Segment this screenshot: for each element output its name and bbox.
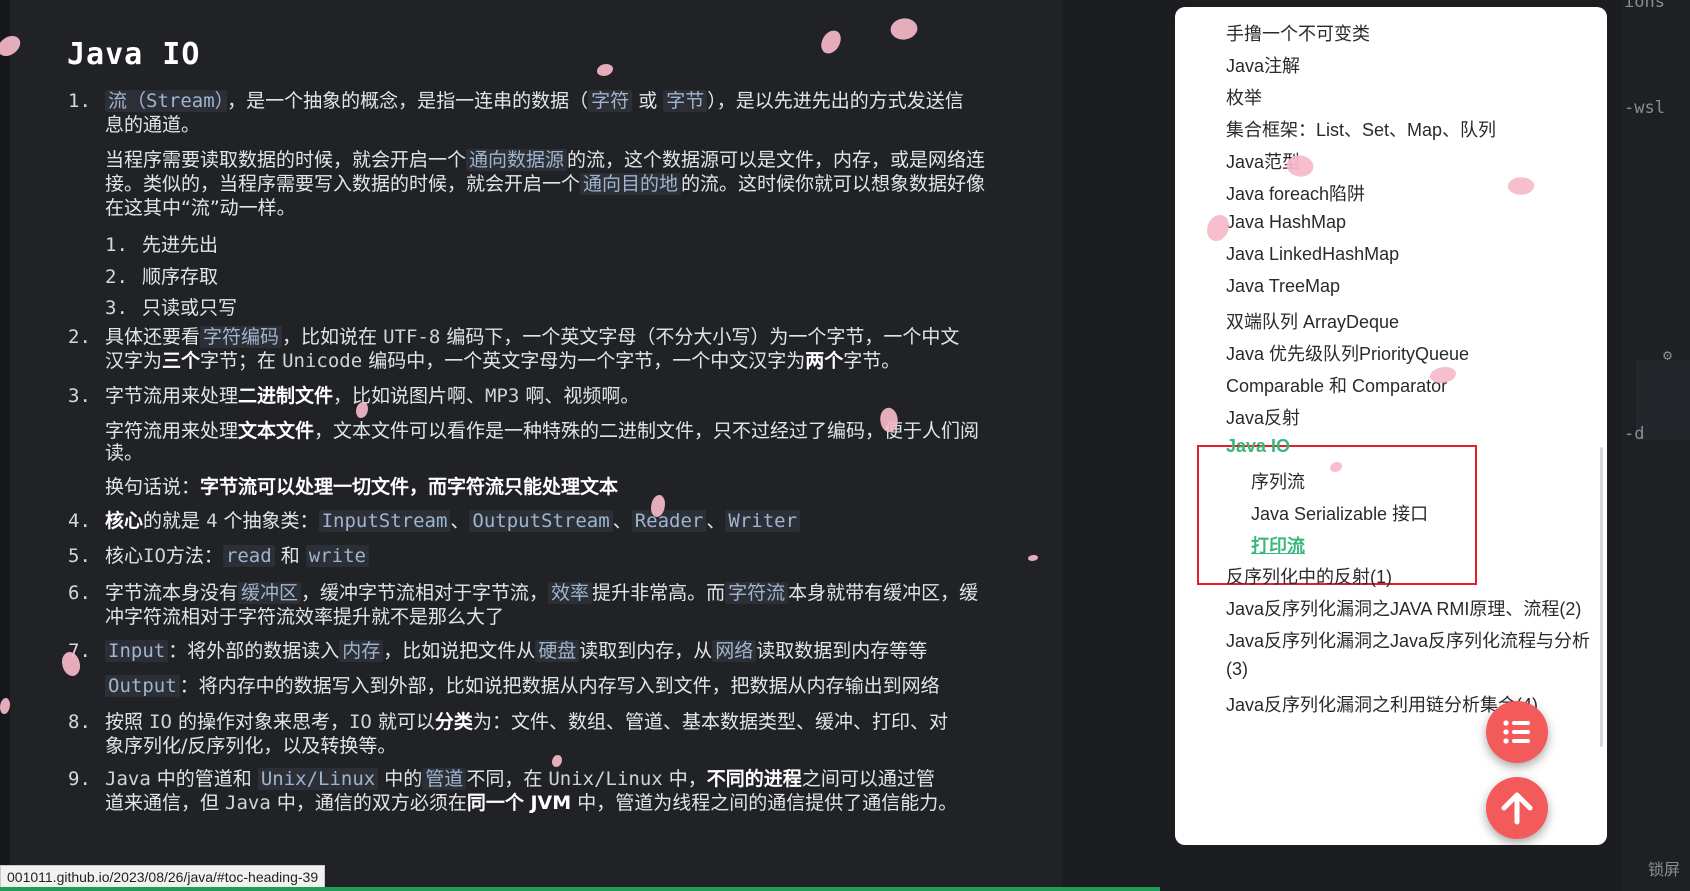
list-number: 1. — [105, 234, 128, 256]
list-number: 4. — [68, 510, 91, 532]
toc-item[interactable]: 双端队列 ArrayDeque — [1226, 308, 1399, 334]
toc-item[interactable]: 集合框架：List、Set、Map、队列 — [1226, 116, 1496, 142]
toc-item[interactable]: 反序列化中的反射(1) — [1226, 563, 1392, 589]
toc-subitem-active[interactable]: 打印流 — [1251, 532, 1305, 558]
list-number: 3. — [68, 385, 91, 407]
progress-bar — [0, 887, 1160, 891]
toc-subitem[interactable]: Java Serializable 接口 — [1251, 500, 1428, 526]
paragraph-1b-line-1: 当程序需要读取数据的时候，就会开启一个 通向数据源 的流，这个数据源可以是文件，内存… — [105, 149, 986, 171]
toc-item[interactable]: Java TreeMap — [1226, 276, 1340, 297]
paragraph-2-line-2: 汉字为三个字节；在 Unicode 编码中，一个英文字母为一个字节，一个中文汉字… — [105, 350, 901, 372]
link-status-bar: 001011.github.io/2023/08/26/java/#toc-he… — [0, 865, 326, 889]
background-window: ions -wsl ⚙ -d 锁屏 — [1622, 0, 1690, 891]
toc-item[interactable]: Java foreach陷阱 — [1226, 180, 1365, 206]
sublist-item-2: 顺序存取 — [142, 266, 219, 288]
sublist-item-1: 先进先出 — [142, 234, 219, 256]
paragraph-4: 核心的就是 4 个抽象类： InputStream、 OutputStream、 Re… — [105, 508, 801, 534]
paragraph-8-line-2: 象序列化/反序列化，以及转换等。 — [105, 735, 397, 757]
paragraph-7-line-1: Input ：将外部的数据读入 内存 ，比如说把文件从 硬盘 读取到内存，从 网络 读取数据到… — [105, 638, 927, 664]
lead-text: 换句话说： — [105, 476, 201, 498]
paragraph-6-line-2: 冲字符流相对于字符流效率提升就不是那么大了 — [105, 606, 505, 628]
petal-decoration — [1207, 215, 1229, 241]
toc-scrollbar[interactable] — [1600, 447, 1603, 747]
toc-subitem[interactable]: 序列流 — [1251, 468, 1305, 494]
paragraph-3-line-2: 字符流用来处理文本文件，文本文件可以看作是一种特殊的二进制文件，只不过经过了编码… — [105, 420, 980, 442]
petal-decoration — [597, 64, 613, 76]
petal-decoration — [1028, 555, 1038, 561]
petal-decoration — [887, 12, 921, 46]
paragraph-1b-line-3: 在这其中“流”动一样。 — [105, 197, 296, 219]
petal-decoration — [819, 28, 843, 56]
petal-decoration — [1430, 367, 1456, 383]
strip-text: -wsl — [1624, 98, 1665, 118]
toc-item[interactable]: Comparable 和 Comparator — [1226, 372, 1447, 398]
list-icon — [1503, 720, 1530, 744]
paragraph-3-line-1: 字节流用来处理二进制文件，比如说图片啊、MP3 啊、视频啊。 — [105, 385, 640, 407]
gear-icon[interactable]: ⚙ — [1663, 346, 1672, 364]
toc-item[interactable]: Java注解 — [1226, 52, 1300, 78]
list-number: 8. — [68, 711, 91, 733]
paragraph-2-line-1: 具体还要看 字符编码 ，比如说在 UTF-8 编码下，一个英文字母（不分大小写）为一… — [105, 326, 960, 348]
paragraph-1-line-2: 息的通道。 — [105, 114, 201, 136]
sublist-item-3: 只读或只写 — [142, 297, 238, 319]
toc-item[interactable]: Java HashMap — [1226, 212, 1346, 233]
list-number: 6. — [68, 582, 91, 604]
paragraph-3-line-4: 换句话说：字节流可以处理一切文件，而字符流只能处理文本 — [105, 474, 618, 500]
list-number: 5. — [68, 545, 91, 567]
paragraph-6-line-1: 字节流本身没有 缓冲区 ，缓冲字节流相对于字节流， 效率 提升非常高。而 字符流 本身就带有… — [105, 582, 979, 604]
strip-text: -d — [1624, 424, 1645, 444]
lock-screen-label[interactable]: 锁屏 — [1648, 856, 1680, 880]
list-number: 3. — [105, 297, 128, 319]
paragraph-7-line-2: Output ：将内存中的数据写入到外部，比如说把数据从内存写入到文件，把数据从内… — [105, 673, 940, 699]
petal-decoration — [356, 402, 368, 418]
list-number: 2. — [105, 266, 128, 288]
toc-toggle-button[interactable] — [1486, 701, 1548, 763]
toc-item[interactable]: (3) — [1226, 659, 1248, 680]
strip-text: ions — [1624, 0, 1665, 12]
paragraph-9-line-1: Java 中的管道和 Unix/Linux 中的 管道 不同，在 Unix/Linu… — [105, 768, 935, 790]
paragraph-1b-line-2: 接。类似的，当程序需要写入数据的时候，就会开启一个 通向目的地 的流。这时候你就可以… — [105, 173, 986, 195]
toc-item[interactable]: Java LinkedHashMap — [1226, 244, 1399, 265]
list-number: 9. — [68, 768, 91, 790]
paragraph-8-line-1: 按照 IO 的操作对象来思考，IO 就可以分类为：文件、数组、管道、基本数据类型… — [105, 711, 948, 733]
petal-decoration — [1506, 174, 1536, 198]
toc-item[interactable]: 手撸一个不可变类 — [1226, 20, 1370, 46]
back-to-top-button[interactable] — [1486, 777, 1548, 839]
list-number: 2. — [68, 326, 91, 348]
bold-text: 字节流可以处理一切文件，而字符流只能处理文本 — [200, 476, 619, 498]
paragraph-5: 核心IO方法： read 和 write — [105, 543, 369, 569]
article-title: Java IO — [67, 37, 201, 72]
paragraph-3-line-3: 读。 — [105, 442, 144, 464]
paragraph-1-line-1: 流（Stream） ，是一个抽象的概念，是指一连串的数据（ 字符 或 字节 ），是以先… — [105, 88, 964, 114]
arrow-up-icon — [1501, 792, 1533, 825]
toc-item-active[interactable]: Java IO — [1226, 436, 1290, 457]
toc-item[interactable]: Java 优先级队列PriorityQueue — [1226, 340, 1469, 366]
paragraph-9-line-2: 道来通信，但 Java 中，通信的双方必须在同一个 JVM 中，管道为线程之间的… — [105, 792, 958, 814]
list-number: 1. — [68, 90, 91, 112]
toc-item[interactable]: Java反射 — [1226, 404, 1300, 430]
toc-item[interactable]: Java反序列化漏洞之JAVA RMI原理、流程(2) — [1226, 595, 1581, 621]
article-pane: Java IO 1. 流（Stream） ，是一个抽象的概念，是指一连串的数据（字… — [0, 0, 1063, 891]
toc-item[interactable]: 枚举 — [1226, 84, 1262, 110]
toc-item[interactable]: Java反序列化漏洞之Java反序列化流程与分析 — [1226, 627, 1590, 653]
left-edge — [0, 0, 10, 891]
